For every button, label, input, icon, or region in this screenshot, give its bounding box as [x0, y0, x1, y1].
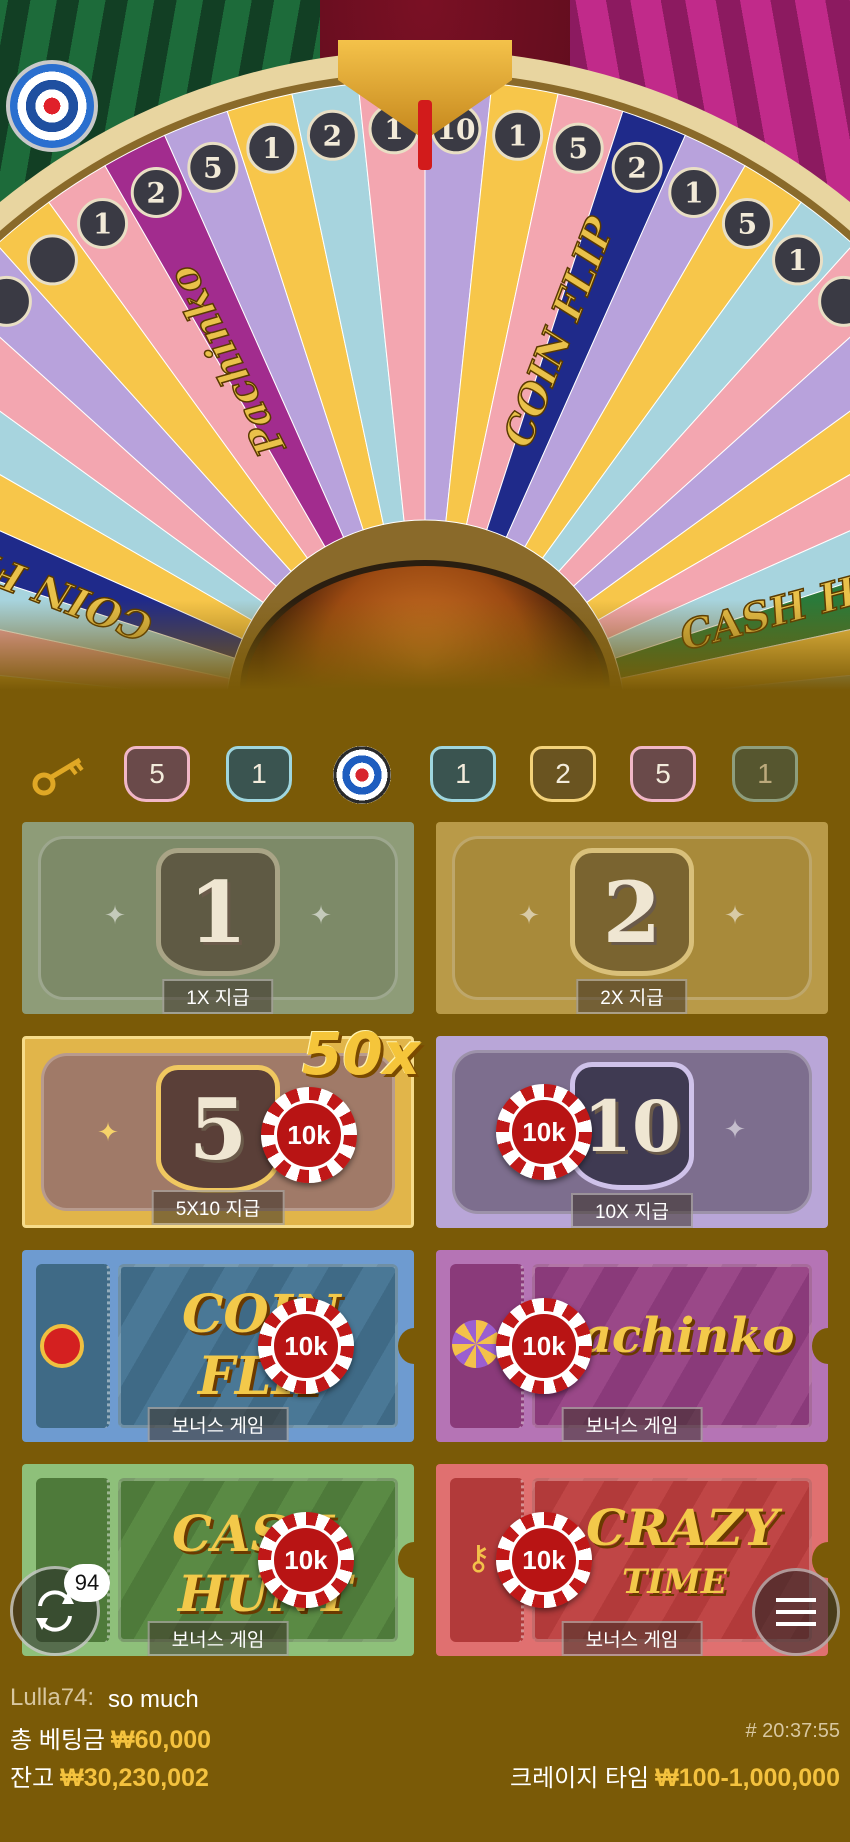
bet-spot-2[interactable]: ✦ ✦ 2 2X 지급 [436, 822, 828, 1014]
star-icon: ✦ [724, 900, 746, 930]
wheel-segment-label: 2 [627, 151, 646, 184]
history-result: 1 [430, 746, 496, 802]
top-slot-multiplier: 50x [302, 1020, 421, 1088]
chat-message: so much [108, 1686, 199, 1713]
total-bet-value: ₩60,000 [111, 1726, 212, 1754]
key-icon: ⚷ [466, 1539, 491, 1577]
wheel-number-tag [26, 234, 78, 286]
wheel-segment-label: 2 [146, 177, 165, 210]
bet-chip[interactable]: 10k [496, 1084, 592, 1180]
star-icon: ✦ [104, 900, 126, 930]
star-icon: ✦ [724, 1114, 746, 1144]
bonus-game-label: 보너스 게임 [561, 1407, 703, 1442]
crazy-time-title-line2: TIME [622, 1562, 727, 1602]
candy-icon [452, 1320, 500, 1368]
limits-value: ₩100-1,000,000 [655, 1764, 840, 1792]
history-result: 5 [124, 746, 190, 802]
wheel-segment-label: 1 [508, 119, 527, 152]
payout-label: 2X 지급 [576, 979, 688, 1014]
bet-spot-pachinko[interactable]: Pachinko 10k 보너스 게임 [436, 1250, 828, 1442]
bonus-game-label: 보너스 게임 [147, 1621, 289, 1656]
wheel-segment-label: 1 [93, 208, 112, 241]
round-time: # 20:37:55 [745, 1720, 840, 1742]
wheel-segment-label: 2 [323, 119, 342, 152]
results-history: 5 1 1 2 5 1 [0, 740, 850, 812]
game-name: 크레이지 타임 [509, 1765, 650, 1792]
wheel-segment-label: 1 [684, 177, 703, 210]
cash-hunt-result-icon [333, 746, 391, 804]
bet-number: 2 [570, 848, 694, 976]
repeat-count-badge: 94 [64, 1564, 110, 1602]
total-bet-label: 총 베팅금 [10, 1727, 105, 1754]
history-result: 1 [226, 746, 292, 802]
history-result: 2 [530, 746, 596, 802]
wheel-pointer-tip [418, 100, 432, 170]
payout-label: 1X 지급 [162, 979, 274, 1014]
bet-spot-10[interactable]: ✦ 10 10k 10X 지급 [436, 1036, 828, 1228]
bet-chip[interactable]: 10k [261, 1087, 357, 1183]
bet-limits[interactable]: 크레이지 타임 ₩100-1,000,000 [510, 1758, 840, 1793]
bet-number: 1 [156, 848, 280, 976]
crazy-time-title: CRAZY [586, 1498, 779, 1557]
wheel-segment-label: 5 [568, 132, 587, 165]
footer-info: Lulla74: so much 총 베팅금 ₩60,000 잔고 ₩30,230,… [0, 1676, 850, 1842]
chat-username: Lulla74: [10, 1684, 95, 1711]
red-coin-icon [40, 1324, 84, 1368]
hamburger-icon [776, 1598, 816, 1626]
menu-button[interactable] [752, 1568, 840, 1656]
bet-chip[interactable]: 10k [258, 1298, 354, 1394]
bonus-game-label: 보너스 게임 [561, 1621, 703, 1656]
key-icon [32, 757, 84, 796]
balance: 잔고 ₩30,230,002 [10, 1758, 209, 1793]
balance-value: ₩30,230,002 [60, 1764, 209, 1792]
star-icon: ✦ [310, 900, 332, 930]
star-icon: ✦ [97, 1117, 119, 1147]
star-icon: ✦ [518, 900, 540, 930]
wheel-segment-label: 1 [262, 132, 281, 165]
balance-label: 잔고 [10, 1765, 55, 1792]
wheel-segment-label: 5 [738, 208, 757, 241]
bet-spot-1[interactable]: ✦ ✦ 1 1X 지급 [22, 822, 414, 1014]
wheel-segment-label: 5 [203, 151, 222, 184]
bet-chip[interactable]: 10k [496, 1512, 592, 1608]
total-bet: 총 베팅금 ₩60,000 [10, 1720, 211, 1755]
bonus-game-label: 보너스 게임 [147, 1407, 289, 1442]
payout-label: 10X 지급 [570, 1193, 694, 1228]
bet-chip[interactable]: 10k [258, 1512, 354, 1608]
wheel-view: 12512110152151COIN FLIPPachinkoCOIN FLIP… [0, 0, 850, 690]
history-result: 1 [732, 746, 798, 802]
bet-spot-coin-flip[interactable]: COIN FLIP 10k 보너스 게임 [22, 1250, 414, 1442]
wheel-segment-label: 1 [788, 244, 807, 277]
bet-chip[interactable]: 10k [496, 1298, 592, 1394]
history-result: 5 [630, 746, 696, 802]
payout-label: 5X10 지급 [151, 1190, 285, 1225]
